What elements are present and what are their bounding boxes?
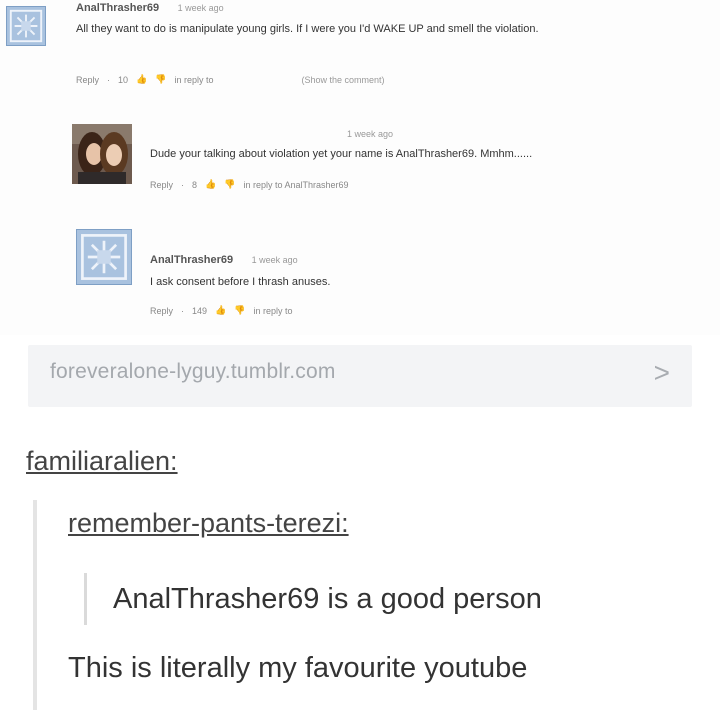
reply-button[interactable]: Reply: [150, 180, 173, 190]
comment-text: All they want to do is manipulate young …: [76, 23, 539, 35]
reply-info[interactable]: in reply to: [174, 75, 213, 85]
comment-actions: Reply · 10 👍 👎 in reply to (Show the com…: [76, 74, 596, 85]
comment-actions: Reply · 8 👍 👎 in reply to AnalThrasher69: [150, 179, 349, 190]
separator: ·: [181, 305, 185, 316]
thumbs-down-icon[interactable]: 👎: [234, 305, 245, 316]
comment-timestamp: 1 week ago: [251, 255, 298, 265]
youtube-comments-screenshot: AnalThrasher69 1 week ago All they want …: [0, 0, 720, 335]
like-count: 10: [118, 74, 129, 85]
comment-username[interactable]: AnalThrasher69: [76, 2, 159, 14]
separator: ·: [181, 179, 185, 190]
reply-info[interactable]: in reply to AnalThrasher69: [243, 180, 348, 190]
thumbs-up-icon[interactable]: 👍: [205, 179, 216, 190]
nested-quote-divider: [84, 573, 87, 625]
reply-info[interactable]: in reply to: [253, 306, 292, 316]
comment: 1 week ago Dude your talking about viola…: [0, 120, 720, 200]
comment-timestamp: 1 week ago: [177, 3, 224, 13]
comment: AnalThrasher69 1 week ago All they want …: [0, 0, 720, 100]
default-avatar-icon[interactable]: [6, 6, 46, 46]
user-photo-avatar[interactable]: [72, 124, 132, 184]
thumbs-up-icon[interactable]: 👍: [136, 74, 147, 85]
chevron-right-icon[interactable]: >: [654, 357, 670, 389]
quoted-post-text: AnalThrasher69 is a good person: [113, 583, 542, 615]
reply-button[interactable]: Reply: [150, 306, 173, 316]
reblog-comment-text: This is literally my favourite youtube: [68, 652, 528, 684]
like-count: 149: [192, 305, 208, 316]
thumbs-down-icon[interactable]: 👎: [155, 74, 166, 85]
separator: ·: [107, 74, 111, 85]
comment-text: Dude your talking about violation yet yo…: [150, 148, 533, 160]
comment: AnalThrasher69 1 week ago I ask consent …: [0, 225, 720, 325]
comment-username[interactable]: AnalThrasher69: [150, 254, 233, 266]
reblogger-username[interactable]: familiaralien:: [26, 446, 178, 477]
thumbs-up-icon[interactable]: 👍: [215, 305, 226, 316]
quote-divider: [33, 500, 37, 710]
comment-text: I ask consent before I thrash anuses.: [150, 276, 331, 288]
link-preview-bar[interactable]: foreveralone-lyguy.tumblr.com >: [28, 345, 692, 407]
reply-button[interactable]: Reply: [76, 75, 99, 85]
like-count: 8: [192, 179, 198, 190]
default-avatar-icon[interactable]: [76, 229, 132, 285]
comment-timestamp: 1 week ago: [347, 129, 394, 139]
thumbs-down-icon[interactable]: 👎: [224, 179, 235, 190]
comment-actions: Reply · 149 👍 👎 in reply to: [150, 305, 293, 316]
show-comment-link[interactable]: (Show the comment): [302, 75, 385, 85]
quoted-reblogger-username[interactable]: remember-pants-terezi:: [68, 508, 349, 539]
link-url[interactable]: foreveralone-lyguy.tumblr.com: [50, 360, 336, 384]
